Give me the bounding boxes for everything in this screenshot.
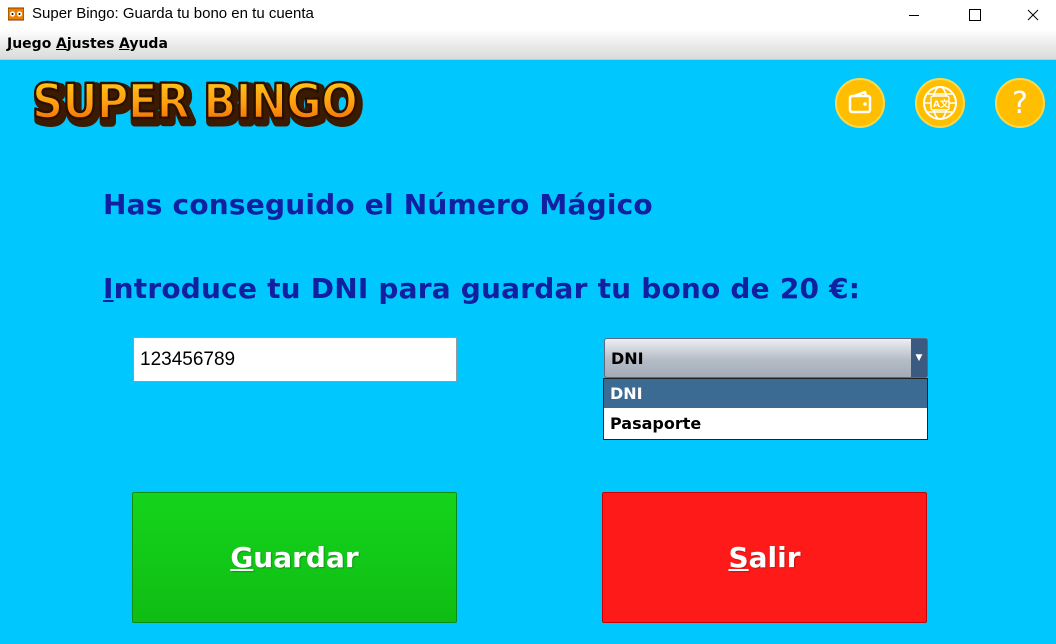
language-globe-icon: A文 bbox=[923, 86, 957, 120]
wallet-button[interactable] bbox=[835, 78, 885, 128]
dni-prompt-heading: Introduce tu DNI para guardar tu bono de… bbox=[103, 272, 861, 305]
minimize-icon bbox=[909, 15, 919, 16]
chevron-down-icon[interactable]: ▼ bbox=[911, 339, 927, 377]
close-icon bbox=[1027, 9, 1039, 21]
svg-text:A文: A文 bbox=[933, 98, 950, 110]
magic-number-heading: Has conseguido el Número Mágico bbox=[103, 188, 653, 221]
menu-ayuda[interactable]: Ayuda bbox=[119, 36, 168, 52]
maximize-button[interactable] bbox=[952, 0, 998, 30]
window-title: Super Bingo: Guarda tu bono en tu cuenta bbox=[32, 5, 314, 22]
svg-text:?: ? bbox=[1012, 86, 1028, 120]
help-icon: ? bbox=[1012, 86, 1028, 120]
svg-text:SUPER BINGO: SUPER BINGO bbox=[32, 74, 357, 130]
option-pasaporte[interactable]: Pasaporte bbox=[604, 409, 927, 438]
save-button[interactable]: Guardar bbox=[132, 492, 457, 623]
exit-button[interactable]: Salir bbox=[602, 492, 927, 623]
wallet-icon bbox=[848, 90, 872, 114]
option-dni[interactable]: DNI bbox=[604, 379, 927, 408]
help-button[interactable]: ? bbox=[995, 78, 1045, 128]
maximize-icon bbox=[969, 9, 981, 21]
minimize-button[interactable] bbox=[891, 0, 937, 30]
menu-juego[interactable]: Juego bbox=[7, 36, 51, 52]
close-button[interactable] bbox=[1010, 0, 1056, 30]
document-type-value: DNI bbox=[611, 349, 644, 368]
document-type-dropdown: DNI Pasaporte bbox=[603, 378, 928, 440]
super-bingo-logo: SUPER BINGO SUPER BINGO bbox=[31, 73, 366, 136]
app-icon bbox=[8, 7, 24, 21]
language-button[interactable]: A文 bbox=[915, 78, 965, 128]
menu-bar: Juego Ajustes Ayuda bbox=[0, 30, 1056, 60]
menu-ajustes[interactable]: Ajustes bbox=[56, 36, 114, 52]
window-titlebar: Super Bingo: Guarda tu bono en tu cuenta bbox=[0, 0, 1056, 30]
document-type-select[interactable]: DNI ▼ bbox=[604, 338, 928, 378]
dni-input[interactable] bbox=[133, 337, 457, 382]
